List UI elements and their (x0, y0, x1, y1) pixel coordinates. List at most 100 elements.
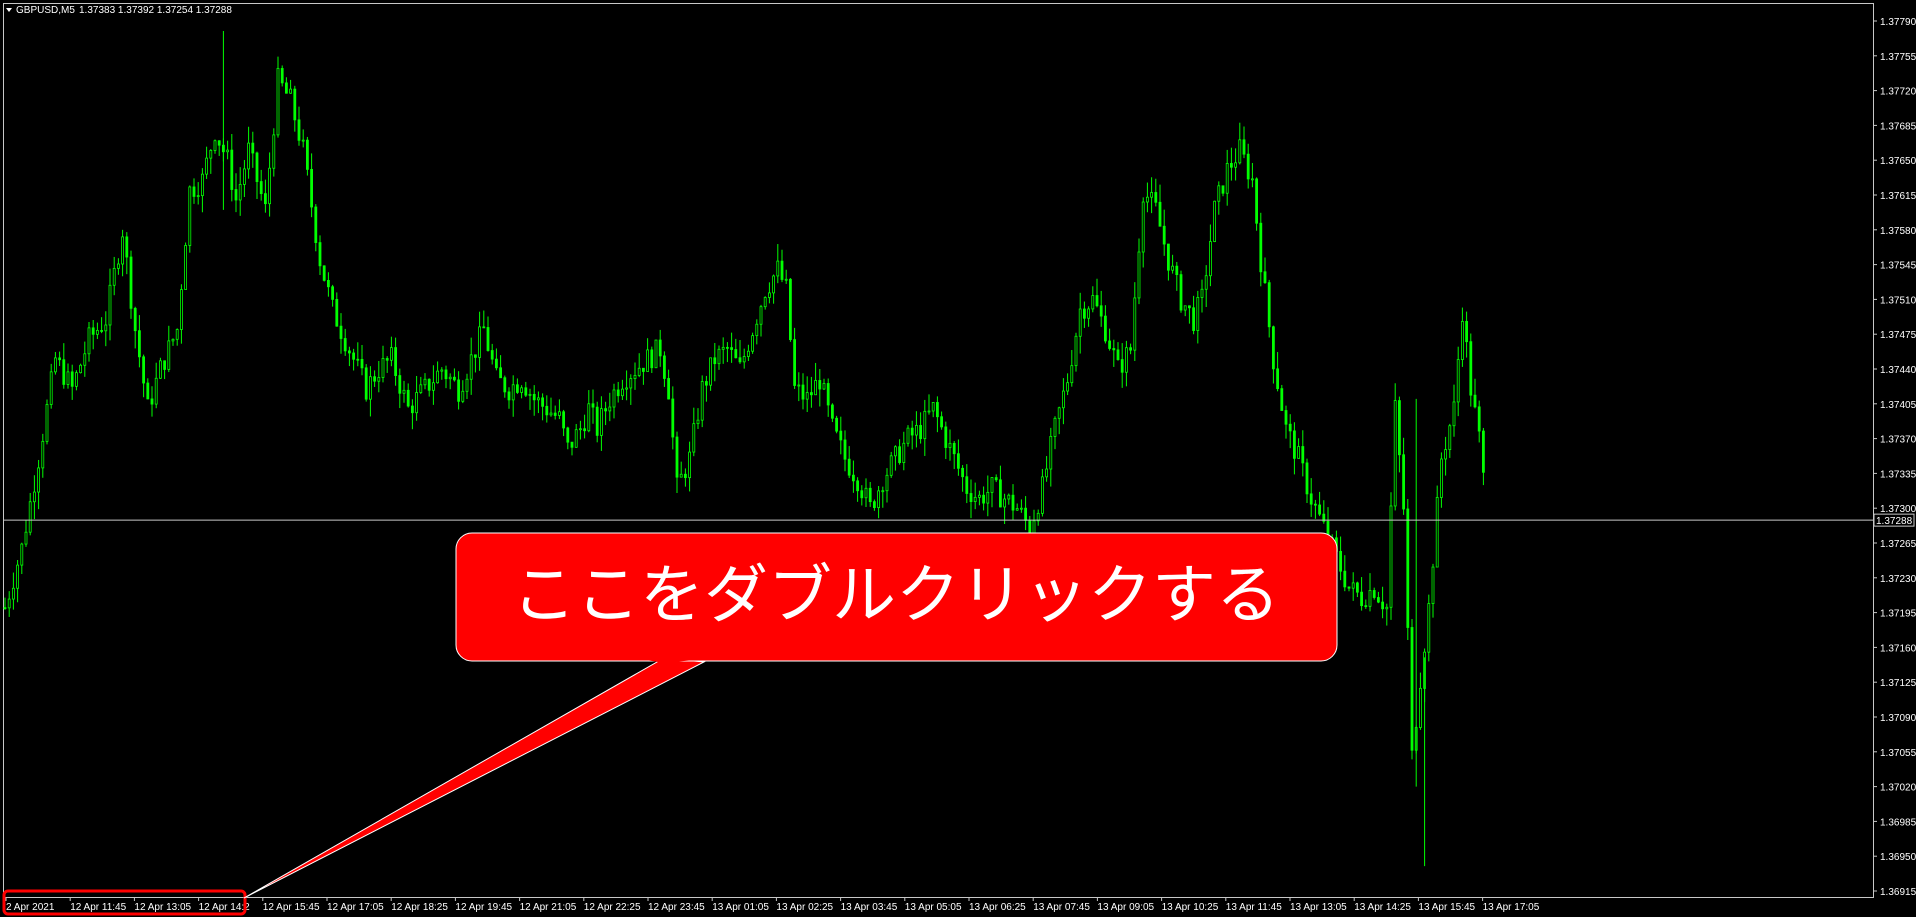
time-tick-label[interactable]: 13 Apr 03:45 (841, 902, 898, 913)
candle (62, 343, 66, 389)
time-tick-label[interactable]: 12 Apr 17:05 (327, 902, 384, 913)
triangle-down-icon[interactable] (6, 8, 12, 12)
time-tick-label[interactable]: 13 Apr 01:05 (712, 902, 769, 913)
candle (255, 151, 259, 199)
candle (625, 370, 628, 401)
time-tick-label[interactable]: 13 Apr 13:05 (1290, 902, 1347, 913)
candle (373, 370, 377, 387)
candle (205, 146, 209, 179)
candle (347, 346, 351, 367)
candle (545, 395, 549, 423)
candle (797, 372, 801, 402)
chart-info[interactable]: GBPUSD,M5 1.37383 1.37392 1.37254 1.3728… (6, 5, 232, 16)
candle (1356, 581, 1359, 598)
time-tick-label[interactable]: 13 Apr 05:05 (905, 902, 962, 913)
price-tick-label: 1.37090 (1880, 713, 1916, 724)
candle (847, 446, 851, 479)
candle (1381, 586, 1384, 619)
candle (1020, 499, 1023, 513)
candle (150, 386, 154, 417)
time-tick-label[interactable]: 13 Apr 17:05 (1483, 902, 1540, 913)
candle (818, 369, 822, 407)
candle (1368, 573, 1372, 612)
time-tick-label[interactable]: 12 Apr 13:05 (134, 902, 191, 913)
candle (961, 465, 964, 492)
candle (423, 373, 427, 390)
candle (700, 375, 704, 428)
time-tick-label[interactable]: 12 Apr 21:05 (520, 902, 577, 913)
candle (1213, 200, 1216, 243)
candle (927, 394, 931, 415)
candle (1255, 177, 1258, 231)
candle (667, 369, 670, 400)
time-tick-label[interactable]: 13 Apr 14:25 (1354, 902, 1411, 913)
candle (1314, 499, 1317, 519)
time-tick-label[interactable]: 12 Apr 18:25 (391, 902, 448, 913)
candle (1011, 484, 1015, 520)
candle (104, 311, 108, 347)
candle (507, 387, 511, 409)
candle (410, 399, 414, 430)
time-tick-label[interactable]: 13 Apr 07:45 (1033, 902, 1090, 913)
time-tick-label[interactable]: 13 Apr 09:05 (1097, 902, 1154, 913)
price-tick-label: 1.37545 (1880, 261, 1916, 272)
candle (881, 486, 885, 508)
candle (721, 337, 725, 364)
candle (675, 431, 679, 493)
time-tick-label[interactable]: 13 Apr 11:45 (1226, 902, 1282, 913)
candle (780, 249, 784, 283)
time-tick-label[interactable]: 12 Apr 11:45 (70, 902, 126, 913)
candle (1280, 384, 1284, 411)
candle (751, 332, 754, 354)
candle (452, 368, 456, 382)
time-tick-label[interactable]: 12 Apr 19:45 (455, 902, 512, 913)
candle (192, 178, 196, 204)
chart-window[interactable]: 1.37790 1.37755 1.37720 1.37685 1.37650 1.376… (0, 0, 1916, 917)
candle (1276, 352, 1279, 392)
time-tick-label[interactable]: 2 Apr 2021 (6, 902, 55, 913)
candle (226, 140, 230, 160)
candle (58, 351, 61, 366)
candle (574, 423, 578, 448)
candle (293, 85, 297, 132)
time-tick-label[interactable]: 13 Apr 06:25 (969, 902, 1026, 913)
candle (1427, 594, 1431, 662)
candle (310, 153, 314, 218)
time-tick-label[interactable]: 13 Apr 15:45 (1418, 902, 1475, 913)
candle (1179, 270, 1183, 313)
time-tick-label[interactable]: 12 Apr 14:2 (199, 902, 251, 913)
candle (952, 440, 956, 470)
time-tick-label[interactable]: 13 Apr 10:25 (1162, 902, 1219, 913)
candle (763, 296, 767, 310)
current-price-text: 1.37288 (1876, 516, 1913, 527)
candle (616, 381, 620, 403)
candle (1133, 282, 1137, 362)
candle (326, 272, 330, 297)
candle (238, 167, 242, 216)
candle (389, 336, 393, 367)
candle (381, 345, 385, 383)
candle (54, 351, 57, 375)
candle (1230, 147, 1233, 181)
price-axis: 1.37790 1.37755 1.37720 1.37685 1.37650 1.376… (1873, 17, 1916, 898)
time-tick-label[interactable]: 13 Apr 02:25 (776, 902, 833, 913)
candle (860, 485, 864, 506)
candle (1116, 342, 1120, 361)
callout: ここをダブルクリックする (455, 532, 1338, 663)
callout-pointer (243, 657, 706, 899)
candle (70, 364, 74, 400)
time-axis[interactable]: 2 Apr 2021 12 Apr 11:45 12 Apr 13:05 12 Apr… (5, 897, 1540, 913)
candle (1305, 458, 1309, 504)
candle (1003, 493, 1006, 524)
time-tick-label[interactable]: 12 Apr 15:45 (263, 902, 320, 913)
time-tick-label[interactable]: 12 Apr 23:45 (648, 902, 705, 913)
candle (982, 486, 985, 511)
candle (877, 486, 880, 519)
candle (1162, 209, 1166, 256)
candle (730, 332, 733, 363)
candle (499, 355, 503, 379)
candle (158, 357, 162, 379)
price-tick-label: 1.37405 (1880, 400, 1916, 411)
time-tick-label[interactable]: 12 Apr 22:25 (584, 902, 641, 913)
candle (1456, 346, 1460, 417)
